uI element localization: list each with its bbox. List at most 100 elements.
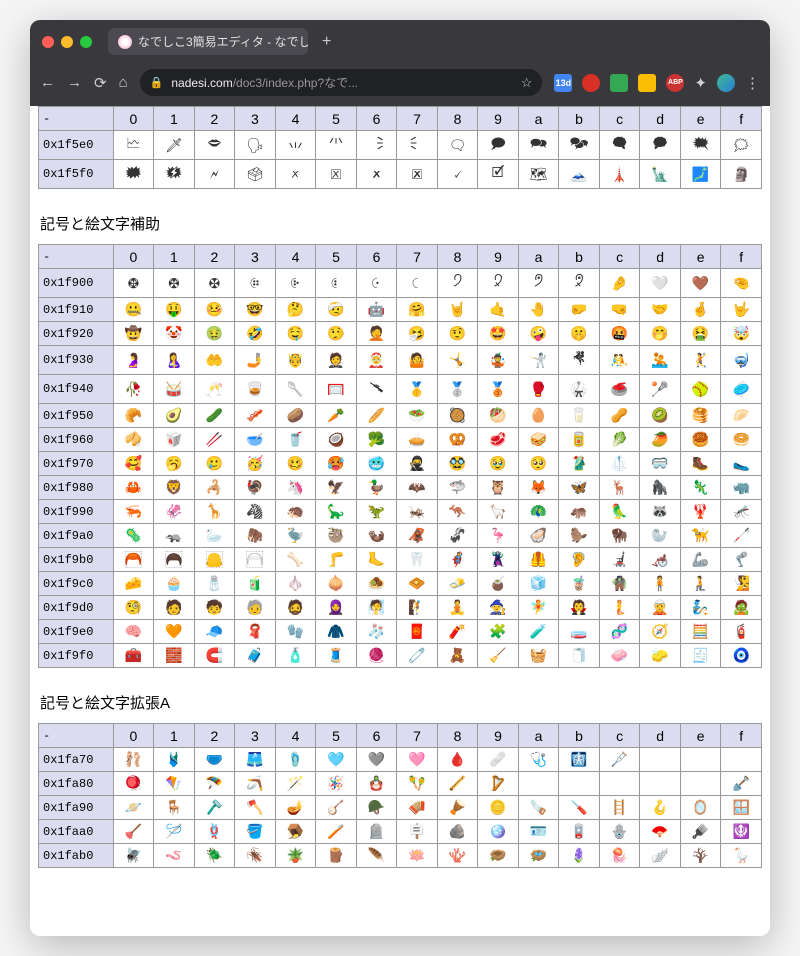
- emoji-cell[interactable]: 🥸: [437, 452, 478, 476]
- emoji-cell[interactable]: 🥀: [113, 375, 154, 404]
- emoji-cell[interactable]: 🥼: [599, 452, 640, 476]
- emoji-cell[interactable]: 🥮: [680, 428, 721, 452]
- emoji-cell[interactable]: 🦵: [316, 548, 357, 572]
- emoji-cell[interactable]: 🧪: [518, 620, 559, 644]
- emoji-cell[interactable]: 🥫: [559, 428, 600, 452]
- emoji-cell[interactable]: 🪡: [154, 820, 195, 844]
- emoji-cell[interactable]: 🪖: [356, 796, 397, 820]
- emoji-cell[interactable]: 🧑: [154, 596, 195, 620]
- emoji-cell[interactable]: 🤥: [316, 322, 357, 346]
- emoji-cell[interactable]: 🤍: [640, 269, 681, 298]
- emoji-cell[interactable]: 🪦: [356, 820, 397, 844]
- emoji-cell[interactable]: 🦦: [356, 524, 397, 548]
- emoji-cell[interactable]: 🦔: [275, 500, 316, 524]
- emoji-cell[interactable]: 🩶: [356, 748, 397, 772]
- bookmark-star-icon[interactable]: ☆: [521, 75, 533, 91]
- emoji-cell[interactable]: 🦹: [478, 548, 519, 572]
- emoji-cell[interactable]: 🤫: [559, 322, 600, 346]
- emoji-cell[interactable]: 🪌: [599, 772, 640, 796]
- emoji-cell[interactable]: 🧜: [599, 596, 640, 620]
- emoji-cell[interactable]: 🤀: [113, 269, 154, 298]
- emoji-cell[interactable]: 🤮: [680, 322, 721, 346]
- emoji-cell[interactable]: 🥷: [397, 452, 438, 476]
- emoji-cell[interactable]: 🦻: [559, 548, 600, 572]
- emoji-cell[interactable]: 🪹: [478, 844, 519, 868]
- emoji-cell[interactable]: 🦌: [599, 476, 640, 500]
- emoji-cell[interactable]: 🧿: [721, 644, 762, 668]
- emoji-cell[interactable]: 🗥: [316, 131, 357, 160]
- emoji-cell[interactable]: 🗶: [356, 160, 397, 189]
- emoji-cell[interactable]: 🦟: [721, 500, 762, 524]
- emoji-cell[interactable]: 🧴: [275, 644, 316, 668]
- emoji-cell[interactable]: 🗰: [113, 160, 154, 189]
- emoji-cell[interactable]: 🪽: [640, 844, 681, 868]
- address-bar[interactable]: 🔒 nadesi.com/doc3/index.php?なで... ☆: [140, 69, 543, 96]
- emoji-cell[interactable]: 🧢: [194, 620, 235, 644]
- emoji-cell[interactable]: 🧐: [113, 596, 154, 620]
- emoji-cell[interactable]: 🪠: [113, 820, 154, 844]
- emoji-cell[interactable]: 🧒: [194, 596, 235, 620]
- emoji-cell[interactable]: 🦋: [559, 476, 600, 500]
- emoji-cell[interactable]: 🩳: [235, 748, 276, 772]
- emoji-cell[interactable]: 🤦: [356, 322, 397, 346]
- emoji-cell[interactable]: 🥓: [235, 404, 276, 428]
- emoji-cell[interactable]: 🦊: [518, 476, 559, 500]
- emoji-cell[interactable]: 🪬: [599, 820, 640, 844]
- emoji-cell[interactable]: 🦑: [154, 500, 195, 524]
- emoji-cell[interactable]: 🦐: [113, 500, 154, 524]
- emoji-cell[interactable]: 🤁: [154, 269, 195, 298]
- emoji-cell[interactable]: 🦤: [275, 524, 316, 548]
- emoji-cell[interactable]: 🦛: [559, 500, 600, 524]
- menu-dots-icon[interactable]: ⋮: [745, 74, 760, 92]
- emoji-cell[interactable]: 🥑: [154, 404, 195, 428]
- abp-extension-icon[interactable]: ABP: [666, 74, 684, 92]
- emoji-cell[interactable]: 🗦: [356, 131, 397, 160]
- emoji-cell[interactable]: 🪻: [559, 844, 600, 868]
- emoji-cell[interactable]: 🤠: [113, 322, 154, 346]
- emoji-cell[interactable]: 🦖: [356, 500, 397, 524]
- emoji-cell[interactable]: 🦯: [721, 524, 762, 548]
- emoji-cell[interactable]: 🗬: [599, 131, 640, 160]
- emoji-cell[interactable]: 🗯: [721, 131, 762, 160]
- emoji-cell[interactable]: 🥍: [640, 375, 681, 404]
- emoji-cell[interactable]: 🧕: [316, 596, 357, 620]
- emoji-cell[interactable]: 🩷: [397, 748, 438, 772]
- emoji-cell[interactable]: 🪪: [518, 820, 559, 844]
- emoji-cell[interactable]: 🦷: [397, 548, 438, 572]
- emoji-cell[interactable]: 🗸: [437, 160, 478, 189]
- emoji-cell[interactable]: 🥻: [559, 452, 600, 476]
- emoji-cell[interactable]: 🧵: [316, 644, 357, 668]
- emoji-cell[interactable]: 🧖: [356, 596, 397, 620]
- emoji-cell[interactable]: 🥌: [599, 375, 640, 404]
- emoji-cell[interactable]: 🪿: [721, 844, 762, 868]
- emoji-cell[interactable]: 🦜: [599, 500, 640, 524]
- emoji-cell[interactable]: 🧸: [437, 644, 478, 668]
- emoji-cell[interactable]: 🦓: [235, 500, 276, 524]
- emoji-cell[interactable]: 🪳: [235, 844, 276, 868]
- emoji-cell[interactable]: 🦢: [194, 524, 235, 548]
- emoji-cell[interactable]: 🥯: [721, 428, 762, 452]
- emoji-cell[interactable]: 🥪: [518, 428, 559, 452]
- emoji-cell[interactable]: 🦀: [113, 476, 154, 500]
- emoji-cell[interactable]: 🥄: [275, 375, 316, 404]
- emoji-cell[interactable]: 🪑: [154, 796, 195, 820]
- emoji-cell[interactable]: 🤭: [640, 322, 681, 346]
- emoji-cell[interactable]: 🦇: [397, 476, 438, 500]
- emoji-cell[interactable]: 🤿: [721, 346, 762, 375]
- emoji-cell[interactable]: 🩲: [194, 748, 235, 772]
- emoji-cell[interactable]: 🦝: [640, 500, 681, 524]
- emoji-cell[interactable]: 🥝: [640, 404, 681, 428]
- emoji-cell[interactable]: 🤋: [559, 269, 600, 298]
- emoji-cell[interactable]: 🪐: [113, 796, 154, 820]
- emoji-cell[interactable]: 🧘: [437, 596, 478, 620]
- minimize-window-button[interactable]: [61, 36, 73, 48]
- emoji-cell[interactable]: 🧬: [599, 620, 640, 644]
- emoji-cell[interactable]: 🧧: [397, 620, 438, 644]
- emoji-cell[interactable]: 🧺: [518, 644, 559, 668]
- profile-avatar-icon[interactable]: [717, 74, 735, 92]
- emoji-cell[interactable]: 🦂: [194, 476, 235, 500]
- emoji-cell[interactable]: 🥟: [721, 404, 762, 428]
- emoji-cell[interactable]: 🧏: [721, 572, 762, 596]
- emoji-cell[interactable]: 🗳: [235, 160, 276, 189]
- emoji-cell[interactable]: 🦄: [275, 476, 316, 500]
